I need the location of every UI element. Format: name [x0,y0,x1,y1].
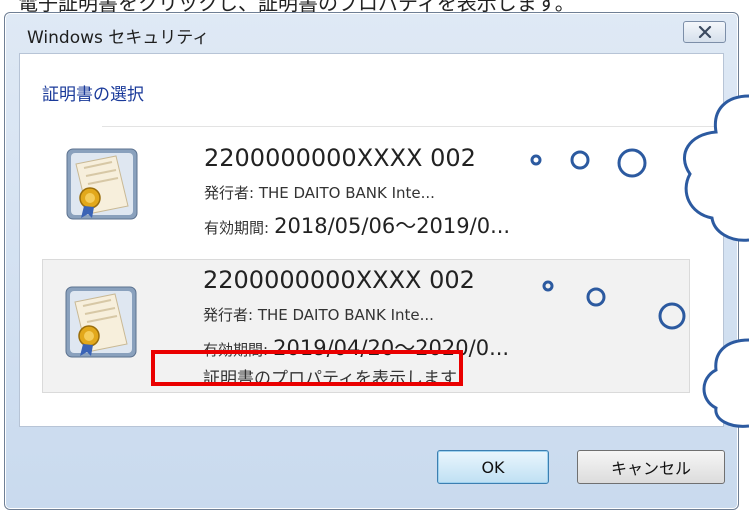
certificate-icon [65,286,137,358]
validity-value: 2018/05/06〜2019/0... [274,214,511,238]
section-title: 証明書の選択 [42,85,144,105]
certificate-item[interactable]: 2200000000XXXX 002 発行者: THE DAITO BANK I… [44,138,680,253]
certificate-validity: 有効期間: 2018/05/06〜2019/0... [204,210,510,240]
validity-label: 有効期間: [204,219,270,237]
close-button[interactable] [683,21,726,43]
title-bar: Windows セキュリティ [5,13,738,53]
certificate-name: 2200000000XXXX 002 [203,266,475,294]
certificate-issuer: 発行者: THE DAITO BANK Inte... [204,184,435,202]
close-icon [698,26,711,38]
certificate-issuer: 発行者: THE DAITO BANK Inte... [203,306,434,324]
cancel-button[interactable]: キャンセル [577,450,725,484]
divider [102,126,723,127]
security-dialog: Windows セキュリティ 証明書の選択 2200000000XXXX 002… [4,12,739,510]
ok-button[interactable]: OK [437,450,549,484]
certificate-icon [66,148,138,220]
certificate-name: 2200000000XXXX 002 [204,144,476,172]
window-title: Windows セキュリティ [27,28,210,48]
highlight-box [151,350,463,386]
